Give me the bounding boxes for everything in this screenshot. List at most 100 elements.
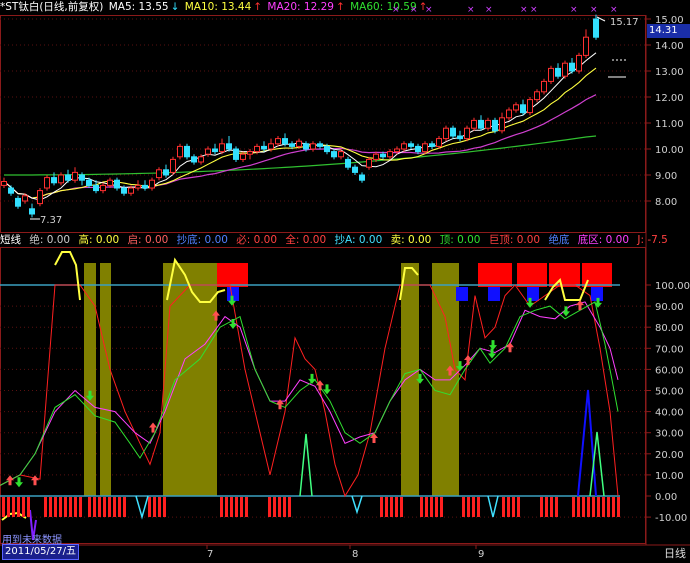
x-marker-9: × [610,5,618,15]
indicator-top-line-1 [54,251,81,301]
x-marker-1: × [410,5,418,15]
date-tick-2: 8 [352,549,358,560]
indicator-tick-3: 70.00 [655,344,684,355]
x-marker-0: × [392,5,400,15]
indicator-tick-0: 100.00 [655,281,690,292]
indicator-tick-4: 60.00 [655,365,684,376]
price-tick-4: 11.00 [655,119,684,130]
selected-date: 2011/05/27/五 [2,544,80,560]
current-price-tag: 14.31 [647,24,690,38]
candle [352,164,358,175]
sell-arrow-icon [489,340,497,351]
candle [114,177,120,191]
x-marker-6: × [530,5,538,15]
candle [429,141,435,149]
candle [583,29,589,58]
candle [408,141,414,149]
indicator-panel-frame [0,247,646,544]
candle [226,136,232,152]
candle [527,97,533,116]
candle [156,167,162,181]
candle [485,117,491,131]
buy-arrow-icon [464,354,472,365]
candle [15,195,21,209]
buy-arrow-icon [316,380,324,391]
x-marker-8: × [590,5,598,15]
sell-arrow-icon [15,477,23,488]
bottom-bar-segment [220,497,248,517]
bottom-bar-segment [540,497,558,517]
candle [534,89,540,103]
date-tick-1: 7 [207,549,213,560]
indicator-tick-11: -10.00 [655,513,687,524]
candle [520,99,526,116]
candle [212,143,218,155]
price-tick-3: 12.00 [655,93,684,104]
candle [443,125,449,142]
signal-blocks-olive [84,263,459,496]
low-price-label: 7.37 [40,215,62,226]
candle [499,112,505,134]
candle [464,125,470,142]
candle [548,65,554,84]
bottom-bar-segment [420,497,443,517]
indicator-tick-1: 90.00 [655,302,684,313]
indicator-tick-8: 20.00 [655,450,684,461]
low-marker: 7.37 [30,215,62,226]
candle [317,141,323,149]
price-gridlines [0,18,646,202]
candle [359,172,365,183]
bottom-bar-segment [380,497,403,517]
period-tab-daily[interactable]: 日线 [664,545,686,561]
indicator-tick-10: 0.00 [655,492,677,503]
candle [261,141,267,152]
candle [541,78,547,95]
v-mark [299,433,313,497]
v-mark [351,495,363,515]
candle [135,180,141,191]
buy-arrow-icon [6,475,14,486]
candle [184,143,190,160]
stock-chart-canvas[interactable]: 15.0014.0013.0012.0011.0010.009.008.00 ×… [0,0,690,563]
indicator-tick-6: 40.00 [655,408,684,419]
candle [191,154,197,165]
candle [562,60,568,79]
candle [310,141,316,152]
candle [233,146,239,162]
candle [576,52,582,74]
candle [1,177,7,188]
buy-arrow-icon [31,475,39,486]
v-mark [135,495,149,520]
bottom-bar-segment [44,497,82,517]
candle [513,102,519,113]
indicator-gridlines [0,305,646,518]
candle [593,14,599,40]
candle [219,138,225,155]
candle [177,143,183,160]
candle [331,149,337,160]
candle [450,125,456,139]
candle [338,149,344,160]
x-marker-3: × [467,5,475,15]
candle [555,63,561,79]
x-marker-4: × [485,5,493,15]
candle [366,156,372,170]
candle [471,117,477,131]
bottom-bar-segment [572,497,620,517]
indicator-axis: 100.00 90.00 80.00 70.00 60.00 50.00 40.00 30.0… [646,281,690,524]
candle [170,156,176,175]
candle [247,149,253,160]
candle [275,136,281,147]
v-mark [487,495,499,518]
candle [492,117,498,134]
candle [100,182,106,194]
candle [8,185,14,196]
candle [44,175,50,191]
indicator-tick-5: 50.00 [655,387,684,398]
x-marker-7: × [570,5,578,15]
candle [149,177,155,191]
price-axis: 15.0014.0013.0012.0011.0010.009.008.00 [646,15,684,208]
bottom-bar-segment [502,497,520,517]
candle [457,130,463,142]
candle [29,203,35,218]
